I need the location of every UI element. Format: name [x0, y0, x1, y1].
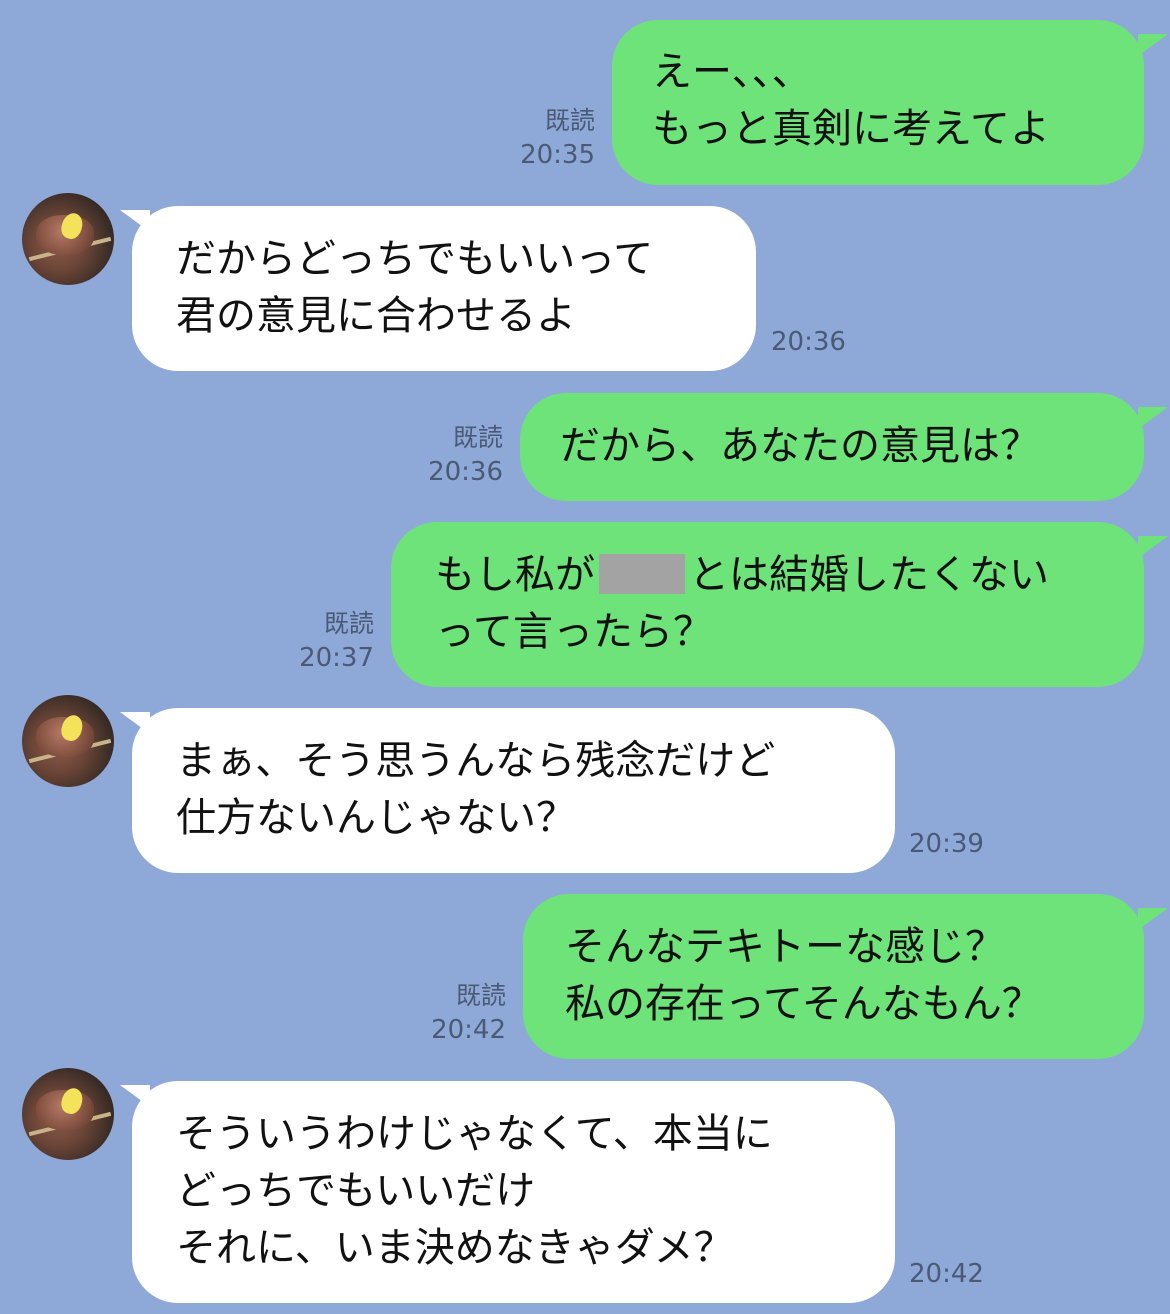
message-line: だから、あなたの意見は？: [560, 423, 1040, 469]
message-line: って言ったら？: [435, 609, 713, 655]
bubble-tail: [1138, 908, 1168, 930]
message-meta: 20:36: [771, 325, 871, 360]
timestamp: 20:35: [520, 140, 595, 170]
bubble-tail: [1138, 536, 1168, 558]
message-line: そういうわけじゃなくて、本当に: [176, 1111, 773, 1157]
timestamp: 20:39: [909, 829, 984, 859]
message-bubble-outgoing[interactable]: えー、、、 もっと真剣に考えてよ: [612, 20, 1144, 185]
message-line: もし私が とは結婚したくない: [435, 547, 1104, 604]
message-line: もっと真剣に考えてよ: [652, 106, 1050, 152]
contact-avatar[interactable]: [22, 695, 114, 787]
bubble-tail: [1138, 34, 1168, 56]
message-line: えー、、、: [652, 49, 812, 95]
message-meta: 20:42: [909, 1257, 1009, 1292]
message-bubble-incoming[interactable]: そういうわけじゃなくて、本当に どっちでもいいだけ それに、いま決めなきゃダメ？: [132, 1081, 895, 1303]
read-receipt: 既読: [544, 106, 595, 135]
contact-avatar[interactable]: [22, 193, 114, 285]
timestamp: 20:37: [299, 643, 374, 673]
message-bubble-incoming[interactable]: まぁ、そう思うんなら残念だけど 仕方ないんじゃない？: [132, 708, 895, 873]
contact-avatar[interactable]: [22, 1068, 114, 1160]
read-receipt: 既読: [455, 981, 506, 1010]
chat-thread[interactable]: 既読 20:35 えー、、、 もっと真剣に考えてよ だからどっちでもいいって 君…: [0, 0, 1170, 1314]
message-fragment: もし私が: [435, 552, 595, 598]
message-line: 仕方ないんじゃない？: [176, 795, 576, 841]
timestamp: 20:42: [431, 1015, 506, 1045]
message-meta: 既読 20:42: [410, 978, 506, 1048]
message-bubble-incoming[interactable]: だからどっちでもいいって 君の意見に合わせるよ: [132, 206, 756, 371]
timestamp: 20:36: [428, 457, 503, 487]
message-bubble-outgoing[interactable]: だから、あなたの意見は？: [520, 393, 1144, 501]
read-receipt: 既読: [452, 423, 503, 452]
message-line: そんなテキトーな感じ？: [565, 924, 1005, 970]
message-bubble-outgoing[interactable]: そんなテキトーな感じ？ 私の存在ってそんなもん？: [523, 894, 1144, 1059]
message-bubble-outgoing[interactable]: もし私が とは結婚したくない って言ったら？: [391, 522, 1144, 687]
message-line: 私の存在ってそんなもん？: [565, 981, 1042, 1027]
message-line: どっちでもいいだけ: [176, 1168, 536, 1214]
timestamp: 20:42: [909, 1259, 984, 1289]
message-line: それに、いま決めなきゃダメ？: [176, 1225, 734, 1271]
message-line: だからどっちでもいいって: [176, 236, 654, 282]
message-line: 君の意見に合わせるよ: [176, 293, 576, 339]
redaction-bar: [599, 554, 685, 594]
message-meta: 既読 20:36: [405, 420, 503, 490]
bubble-tail: [1138, 407, 1168, 429]
read-receipt: 既読: [323, 609, 374, 638]
message-meta: 既読 20:37: [278, 606, 374, 676]
message-fragment: とは結婚したくない: [689, 552, 1049, 598]
message-meta: 20:39: [909, 827, 1009, 862]
message-line: まぁ、そう思うんなら残念だけど: [176, 738, 776, 784]
message-meta: 既読 20:35: [500, 103, 595, 173]
timestamp: 20:36: [771, 327, 846, 357]
